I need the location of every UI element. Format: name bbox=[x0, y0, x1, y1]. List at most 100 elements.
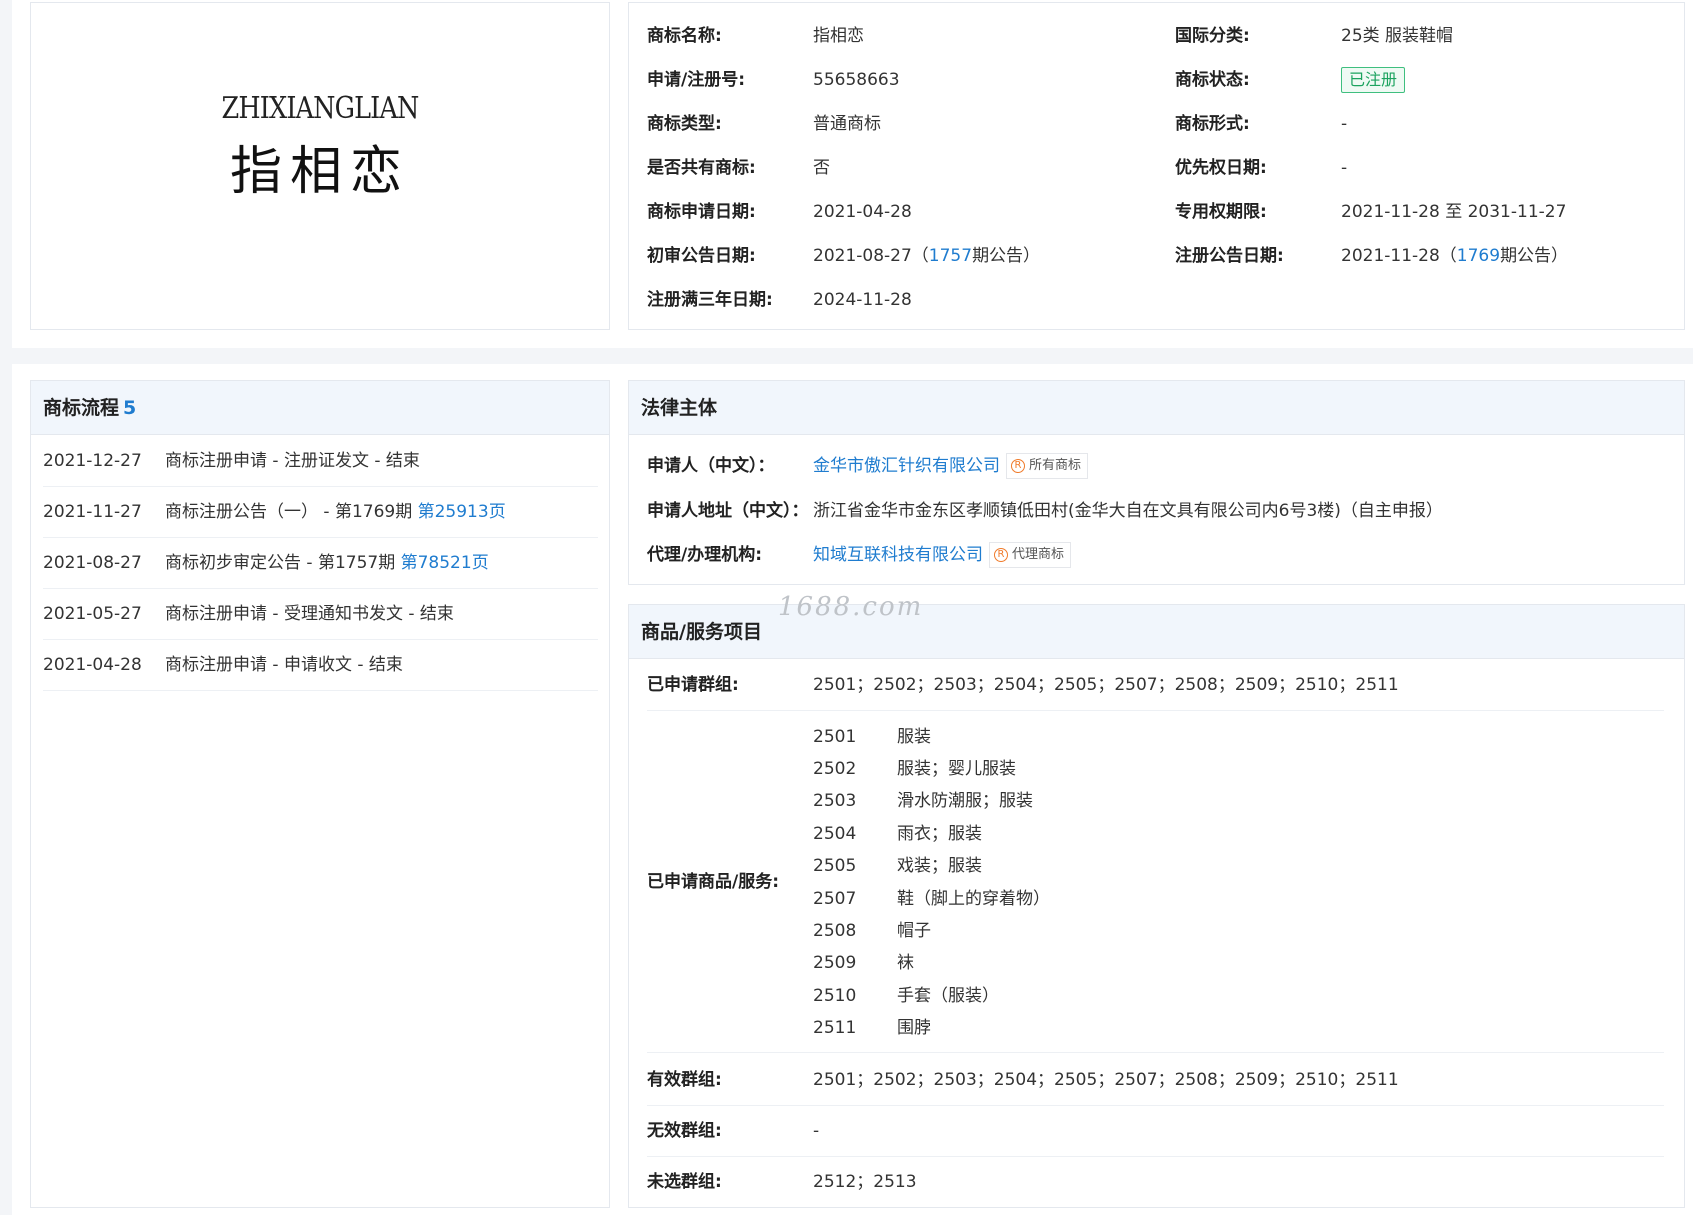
valid-groups-value: 2501；2502；2503；2504；2505；2507；2508；2509；… bbox=[813, 1070, 1399, 1090]
applied-groups-row: 已申请群组: 2501；2502；2503；2504；2505；2507；250… bbox=[647, 670, 1667, 700]
address-row: 申请人地址（中文）： 浙江省金华市金东区孝顺镇低田村(金华大自在文具有限公司内6… bbox=[647, 496, 1667, 526]
info-row: 注册满三年日期: 2024-11-28 bbox=[647, 285, 1667, 315]
info-row: 是否共有商标: 否 优先权日期: - bbox=[647, 153, 1667, 183]
flow-date: 2021-05-27 bbox=[43, 604, 142, 624]
divider bbox=[647, 1156, 1664, 1157]
flow-page-link[interactable]: 第25913页 bbox=[418, 502, 506, 522]
type-label: 商标类型: bbox=[647, 114, 722, 134]
trademark-flow-card: 商标流程 5 2021-12-27 商标注册申请 - 注册证发文 - 结束 202… bbox=[30, 380, 610, 1208]
watermark: 1688.com bbox=[778, 592, 924, 622]
class-value: 25类 服装鞋帽 bbox=[1341, 26, 1454, 46]
agent-row: 代理/办理机构: 知域互联科技有限公司 R 代理商标 bbox=[647, 540, 1667, 570]
class-label: 国际分类: bbox=[1175, 26, 1250, 46]
goods-code: 2501 bbox=[813, 727, 857, 747]
goods-name: 帽子 bbox=[897, 921, 931, 941]
agent-trademarks-button[interactable]: R 代理商标 bbox=[989, 542, 1072, 568]
goods-name: 袜 bbox=[897, 953, 914, 973]
goods-code: 2511 bbox=[813, 1018, 857, 1038]
three-year-label: 注册满三年日期: bbox=[647, 290, 773, 310]
goods-services-card: 商品/服务项目 已申请群组: 2501；2502；2503；2504；2505；… bbox=[628, 604, 1685, 1208]
info-row: 商标类型: 普通商标 商标形式: - bbox=[647, 109, 1667, 139]
flow-desc: 商标初步审定公告 - 第1757期 bbox=[165, 553, 401, 573]
valid-groups-label: 有效群组: bbox=[647, 1070, 722, 1090]
registered-mark-icon: R bbox=[994, 547, 1008, 562]
regno-value: 55658663 bbox=[813, 70, 900, 90]
regpub-label: 注册公告日期: bbox=[1175, 246, 1284, 266]
priority-value: - bbox=[1341, 158, 1348, 178]
goods-code: 2503 bbox=[813, 791, 857, 811]
legal-entity-card: 法律主体 申请人（中文）： 金华市傲汇针织有限公司 R 所有商标 申请人地址（中文）… bbox=[628, 380, 1685, 585]
registered-mark-icon: R bbox=[1011, 458, 1025, 473]
unselected-groups-label: 未选群组: bbox=[647, 1172, 722, 1192]
form-value: - bbox=[1341, 114, 1348, 134]
address-label: 申请人地址（中文）： bbox=[647, 501, 809, 521]
regno-label: 申请/注册号: bbox=[647, 70, 746, 90]
info-row: 申请/注册号: 55658663 商标状态: 已注册 bbox=[647, 65, 1667, 95]
invalid-groups-row: 无效群组: - bbox=[647, 1116, 1667, 1146]
goods-code: 2507 bbox=[813, 889, 857, 909]
unselected-groups-value: 2512；2513 bbox=[813, 1172, 917, 1192]
agent-link[interactable]: 知域互联科技有限公司 bbox=[813, 545, 983, 565]
unselected-groups-row: 未选群组: 2512；2513 bbox=[647, 1167, 1667, 1197]
flow-header: 商标流程 5 bbox=[31, 381, 609, 435]
legal-header: 法律主体 bbox=[629, 381, 1684, 435]
status-label: 商标状态: bbox=[1175, 70, 1250, 90]
agent-trademarks-label: 代理商标 bbox=[1012, 547, 1065, 562]
invalid-groups-value: - bbox=[813, 1121, 820, 1141]
goods-name: 服装 bbox=[897, 727, 931, 747]
flow-item: 2021-05-27 商标注册申请 - 受理通知书发文 - 结束 bbox=[43, 589, 598, 640]
flow-desc: 商标注册申请 - 申请收文 - 结束 bbox=[165, 655, 403, 675]
flow-desc: 商标注册申请 - 受理通知书发文 - 结束 bbox=[165, 604, 454, 624]
exclusive-value: 2021-11-28 至 2031-11-27 bbox=[1341, 202, 1567, 222]
regpub-date: 2021-11-28（ bbox=[1341, 246, 1457, 266]
goods-code: 2509 bbox=[813, 953, 857, 973]
three-year-value: 2024-11-28 bbox=[813, 290, 912, 310]
agent-value: 知域互联科技有限公司 R 代理商标 bbox=[813, 540, 1072, 570]
info-row: 初审公告日期: 2021-08-27（1757期公告） 注册公告日期: 2021… bbox=[647, 241, 1667, 271]
type-value: 普通商标 bbox=[813, 114, 881, 134]
prelim-date: 2021-08-27（ bbox=[813, 246, 929, 266]
applied-items-label: 已申请商品/服务: bbox=[647, 872, 780, 892]
flow-item: 2021-08-27 商标初步审定公告 - 第1757期 第78521页 bbox=[43, 538, 598, 589]
flow-text: 商标注册公告（一） - 第1769期 第25913页 bbox=[165, 487, 506, 538]
flow-text: 商标注册申请 - 受理通知书发文 - 结束 bbox=[165, 589, 454, 640]
trademark-info-card: 商标名称: 指相恋 国际分类: 25类 服装鞋帽 申请/注册号: 5565866… bbox=[628, 2, 1685, 330]
regpub-issue-link[interactable]: 1769 bbox=[1457, 246, 1500, 266]
goods-list: 2501 服装 2502 服装；婴儿服装 2503 滑水防潮服；服装 2504 雨衣；服… bbox=[813, 722, 1413, 1038]
all-trademarks-button[interactable]: R 所有商标 bbox=[1006, 453, 1089, 479]
invalid-groups-label: 无效群组: bbox=[647, 1121, 722, 1141]
valid-groups-row: 有效群组: 2501；2502；2503；2504；2505；2507；2508… bbox=[647, 1065, 1667, 1095]
goods-code: 2502 bbox=[813, 759, 857, 779]
flow-date: 2021-12-27 bbox=[43, 451, 142, 471]
flow-item: 2021-11-27 商标注册公告（一） - 第1769期 第25913页 bbox=[43, 487, 598, 538]
goods-code: 2510 bbox=[813, 986, 857, 1006]
goods-name: 手套（服装） bbox=[897, 986, 999, 1006]
info-row: 商标名称: 指相恋 国际分类: 25类 服装鞋帽 bbox=[647, 21, 1667, 51]
applicant-label: 申请人（中文）： bbox=[647, 456, 775, 476]
prelim-issue-link[interactable]: 1757 bbox=[929, 246, 972, 266]
all-trademarks-label: 所有商标 bbox=[1029, 458, 1082, 473]
goods-name: 服装；婴儿服装 bbox=[897, 759, 1016, 779]
status-badge: 已注册 bbox=[1341, 67, 1406, 93]
address-value: 浙江省金华市金东区孝顺镇低田村(金华大自在文具有限公司内6号3楼)（自主申报） bbox=[813, 501, 1443, 521]
shared-value: 否 bbox=[813, 158, 830, 178]
flow-count: 5 bbox=[123, 397, 137, 419]
applied-groups-value: 2501；2502；2503；2504；2505；2507；2508；2509；… bbox=[813, 675, 1399, 695]
info-row: 商标申请日期: 2021-04-28 专用权期限: 2021-11-28 至 2… bbox=[647, 197, 1667, 227]
divider bbox=[647, 1052, 1664, 1053]
applicant-value: 金华市傲汇针织有限公司 R 所有商标 bbox=[813, 451, 1089, 481]
flow-desc: 商标注册申请 - 注册证发文 - 结束 bbox=[165, 451, 420, 471]
applicant-row: 申请人（中文）： 金华市傲汇针织有限公司 R 所有商标 bbox=[647, 451, 1667, 481]
flow-page-link[interactable]: 第78521页 bbox=[401, 553, 489, 573]
name-value: 指相恋 bbox=[813, 26, 864, 46]
applicant-link[interactable]: 金华市傲汇针织有限公司 bbox=[813, 456, 1000, 476]
goods-name: 滑水防潮服；服装 bbox=[897, 791, 1033, 811]
apply-date-value: 2021-04-28 bbox=[813, 202, 912, 222]
goods-name: 鞋（脚上的穿着物） bbox=[897, 889, 1050, 909]
trademark-logo-en: ZHIXIANGLIAN bbox=[221, 91, 420, 126]
goods-code: 2508 bbox=[813, 921, 857, 941]
applied-groups-label: 已申请群组: bbox=[647, 675, 739, 695]
flow-desc: 商标注册公告（一） - 第1769期 bbox=[165, 502, 418, 522]
trademark-logo-cn: 指相恋 bbox=[229, 142, 410, 202]
form-label: 商标形式: bbox=[1175, 114, 1250, 134]
